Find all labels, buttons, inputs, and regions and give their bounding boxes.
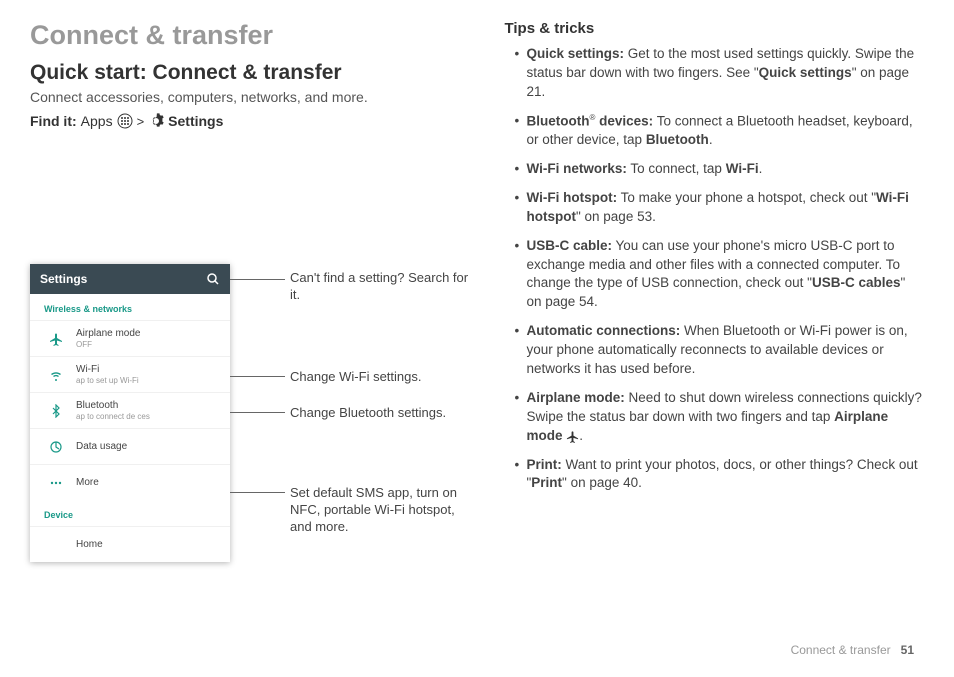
setting-airplane[interactable]: Airplane mode OFF xyxy=(30,320,230,356)
section-wireless: Wireless & networks xyxy=(30,294,230,320)
airplane-sub: OFF xyxy=(76,340,140,349)
search-icon[interactable] xyxy=(206,272,220,286)
setting-data[interactable]: Data usage xyxy=(30,428,230,464)
callout-bt: Change Bluetooth settings. xyxy=(290,405,480,422)
more-icon xyxy=(44,476,68,490)
find-it-line: Find it: Apps > Settings xyxy=(30,113,464,129)
callout-wifi: Change Wi-Fi settings. xyxy=(290,369,480,386)
more-title: More xyxy=(76,477,99,488)
home-title: Home xyxy=(76,539,103,550)
tip-wifi: Wi-Fi networks: To connect, tap Wi-Fi. xyxy=(514,160,924,179)
find-it-prefix: Find it: xyxy=(30,113,77,129)
airplane-title: Airplane mode xyxy=(76,328,140,339)
callout-search: Can't find a setting? Search for it. xyxy=(290,270,480,304)
apps-text: Apps xyxy=(81,113,113,129)
bt-sub: ap to connect de ces xyxy=(76,412,150,421)
callout-line xyxy=(230,492,285,493)
section-device: Device xyxy=(30,500,230,526)
tip-auto: Automatic connections: When Bluetooth or… xyxy=(514,322,924,379)
setting-wifi[interactable]: Wi-Fi ap to set up Wi-Fi xyxy=(30,356,230,392)
tip-print: Print: Want to print your photos, docs, … xyxy=(514,456,924,494)
tip-usb: USB-C cable: You can use your phone's mi… xyxy=(514,237,924,313)
callout-line xyxy=(230,279,285,280)
airplane-icon xyxy=(44,332,68,346)
footer-page: 51 xyxy=(901,643,914,657)
data-icon xyxy=(44,440,68,454)
setting-bluetooth[interactable]: Bluetooth ap to connect de ces xyxy=(30,392,230,428)
tip-quick: Quick settings: Get to the most used set… xyxy=(514,45,924,102)
callout-line xyxy=(230,376,285,377)
setting-more[interactable]: More xyxy=(30,464,230,500)
footer-title: Connect & transfer xyxy=(791,643,891,657)
data-title: Data usage xyxy=(76,441,127,452)
callout-line xyxy=(230,412,285,413)
tip-bluetooth: Bluetooth® devices: To connect a Bluetoo… xyxy=(514,112,924,150)
wifi-title: Wi-Fi xyxy=(76,364,139,375)
apps-icon xyxy=(117,113,133,129)
section-heading: Quick start: Connect & transfer xyxy=(30,61,464,85)
airplane-icon xyxy=(566,430,579,443)
page-title: Connect & transfer xyxy=(30,20,464,51)
bt-title: Bluetooth xyxy=(76,400,150,411)
chevron-icon: > xyxy=(137,114,145,129)
tips-heading: Tips & tricks xyxy=(504,20,924,37)
settings-text: Settings xyxy=(168,113,223,129)
tip-airplane: Airplane mode: Need to shut down wireles… xyxy=(514,389,924,446)
subtitle: Connect accessories, computers, networks… xyxy=(30,89,464,105)
bluetooth-icon xyxy=(44,404,68,418)
tips-list: Quick settings: Get to the most used set… xyxy=(504,45,924,493)
gear-icon xyxy=(148,113,164,129)
callout-more: Set default SMS app, turn on NFC, portab… xyxy=(290,485,480,536)
setting-home[interactable]: Home xyxy=(30,526,230,562)
tip-hotspot: Wi-Fi hotspot: To make your phone a hots… xyxy=(514,189,924,227)
footer: Connect & transfer 51 xyxy=(791,643,914,657)
phone-title: Settings xyxy=(40,272,87,286)
wifi-icon xyxy=(44,368,68,382)
wifi-sub: ap to set up Wi-Fi xyxy=(76,376,139,385)
phone-mockup: Settings Wireless & networks Airplane mo… xyxy=(30,264,230,562)
